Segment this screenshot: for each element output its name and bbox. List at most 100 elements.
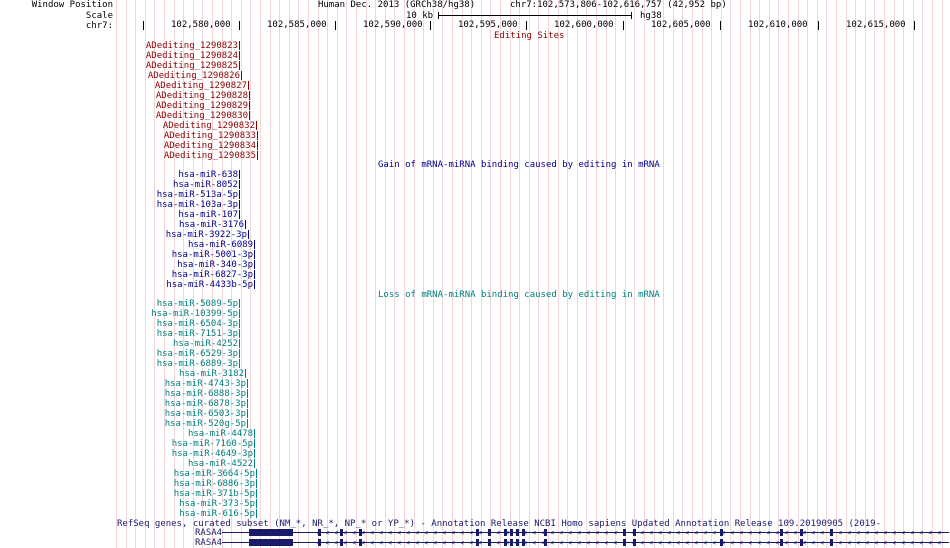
feature-item[interactable]: hsa-miR-6878-3p bbox=[48, 399, 248, 409]
strand-arrow: < bbox=[334, 529, 339, 537]
feature-item[interactable]: hsa-miR-103a-3p bbox=[40, 200, 240, 210]
feature-item[interactable]: hsa-miR-3664-5p bbox=[57, 469, 257, 479]
feature-item[interactable]: ADediting_1290827 bbox=[49, 81, 249, 91]
grid-line bbox=[337, 0, 338, 548]
strand-arrow: < bbox=[433, 529, 438, 537]
feature-item[interactable]: hsa-miR-7160-5p bbox=[55, 439, 255, 449]
grid-line bbox=[778, 0, 779, 548]
feature-item[interactable]: hsa-miR-3176 bbox=[46, 220, 246, 230]
strand-arrow: < bbox=[586, 539, 591, 547]
feature-item[interactable]: hsa-miR-520g-5p bbox=[48, 419, 248, 429]
feature-item[interactable]: ADediting_1290826 bbox=[42, 71, 242, 81]
grid-line bbox=[884, 0, 885, 548]
gene-exon bbox=[623, 529, 626, 536]
strand-arrow: < bbox=[685, 529, 690, 537]
feature-item[interactable]: ADediting_1290823 bbox=[40, 41, 240, 51]
strand-arrow: < bbox=[784, 539, 789, 547]
feature-item[interactable]: hsa-miR-513a-5p bbox=[40, 190, 240, 200]
feature-item[interactable]: hsa-miR-6089 bbox=[55, 240, 255, 250]
grid-line bbox=[740, 0, 741, 548]
feature-item[interactable]: hsa-miR-4649-3p bbox=[55, 449, 255, 459]
feature-label: ADediting_1290832 bbox=[162, 121, 255, 131]
feature-label: ADediting_1290825 bbox=[145, 61, 238, 71]
gene-exon bbox=[830, 539, 833, 546]
feature-item[interactable]: hsa-miR-6503-3p bbox=[48, 409, 248, 419]
strand-arrow: < bbox=[658, 539, 663, 547]
strand-arrow: < bbox=[613, 539, 618, 547]
feature-item[interactable]: ADediting_1290825 bbox=[40, 61, 240, 71]
feature-label: hsa-miR-3182 bbox=[178, 369, 244, 379]
feature-mark bbox=[245, 369, 246, 378]
feature-item[interactable]: hsa-miR-4252 bbox=[40, 339, 240, 349]
feature-item[interactable]: hsa-miR-6529-3p bbox=[40, 349, 240, 359]
feature-item[interactable]: hsa-miR-7151-3p bbox=[40, 329, 240, 339]
grid-line bbox=[548, 0, 549, 548]
feature-mark bbox=[239, 329, 240, 338]
ruler-position-label: 102,585,000 bbox=[267, 20, 327, 30]
feature-label: hsa-miR-4252 bbox=[172, 339, 238, 349]
feature-mark bbox=[254, 250, 255, 259]
strand-arrow: < bbox=[559, 529, 564, 537]
strand-arrow: < bbox=[352, 529, 357, 537]
strand-arrow: < bbox=[730, 539, 735, 547]
grid-line bbox=[807, 0, 808, 548]
feature-mark bbox=[254, 240, 255, 249]
grid-line bbox=[826, 0, 827, 548]
strand-arrow: < bbox=[532, 539, 537, 547]
feature-item[interactable]: hsa-miR-340-3p bbox=[55, 260, 255, 270]
feature-item[interactable]: hsa-miR-3182 bbox=[46, 369, 246, 379]
feature-item[interactable]: hsa-miR-6886-3p bbox=[57, 479, 257, 489]
feature-item[interactable]: hsa-miR-4478 bbox=[55, 429, 255, 439]
feature-item[interactable]: hsa-miR-8052 bbox=[40, 180, 240, 190]
strand-arrow: < bbox=[325, 529, 330, 537]
feature-item[interactable]: hsa-miR-6827-3p bbox=[55, 270, 255, 280]
strand-arrow: < bbox=[577, 529, 582, 537]
feature-item[interactable]: ADediting_1290828 bbox=[50, 91, 250, 101]
feature-item[interactable]: ADediting_1290829 bbox=[50, 101, 250, 111]
feature-item[interactable]: hsa-miR-4743-3p bbox=[48, 379, 248, 389]
feature-item[interactable]: hsa-miR-107 bbox=[40, 210, 240, 220]
strand-arrow: < bbox=[532, 529, 537, 537]
feature-item[interactable]: hsa-miR-6889-3p bbox=[40, 359, 240, 369]
strand-arrow: < bbox=[442, 539, 447, 547]
feature-item[interactable]: hsa-miR-6888-3p bbox=[48, 389, 248, 399]
editing-sites-title[interactable]: Editing Sites bbox=[494, 31, 564, 41]
grid-line bbox=[279, 0, 280, 548]
feature-item[interactable]: hsa-miR-373-5p bbox=[57, 499, 257, 509]
gene-model[interactable]: < < < < < < < < < < < < < < < < < < < < < < < < < < < < < < < < < < < < < < < <… bbox=[116, 538, 950, 547]
feature-item[interactable]: hsa-miR-4522 bbox=[55, 459, 255, 469]
feature-item[interactable]: ADediting_1290830 bbox=[50, 111, 250, 121]
feature-item[interactable]: ADediting_1290824 bbox=[40, 51, 240, 61]
loss-track-title[interactable]: Loss of mRNA-miRNA binding caused by edi… bbox=[378, 290, 660, 300]
gene-model[interactable]: < < < < < < < < < < < < < < < < < < < < < < < < < < < < < < < < < < < < < < < <… bbox=[116, 528, 950, 537]
strand-arrow: < bbox=[874, 539, 879, 547]
grid-line bbox=[375, 0, 376, 548]
strand-arrow: < bbox=[766, 529, 771, 537]
feature-item[interactable]: ADediting_1290832 bbox=[57, 121, 257, 131]
feature-item[interactable]: hsa-miR-3922-3p bbox=[49, 230, 249, 240]
strand-arrow: < bbox=[667, 529, 672, 537]
feature-item[interactable]: ADediting_1290834 bbox=[58, 141, 258, 151]
strand-arrow: < bbox=[901, 529, 906, 537]
feature-item[interactable]: hsa-miR-6504-3p bbox=[40, 319, 240, 329]
grid-line bbox=[538, 0, 539, 548]
feature-mark bbox=[257, 151, 258, 160]
strand-arrow: < bbox=[469, 529, 474, 537]
feature-item[interactable]: ADediting_1290835 bbox=[58, 151, 258, 161]
feature-item[interactable]: hsa-miR-638 bbox=[40, 170, 240, 180]
gain-track-title[interactable]: Gain of mRNA-miRNA binding caused by edi… bbox=[378, 160, 660, 170]
feature-label: hsa-miR-6503-3p bbox=[164, 409, 246, 419]
strand-arrow: < bbox=[883, 529, 888, 537]
feature-item[interactable]: ADediting_1290833 bbox=[58, 131, 258, 141]
feature-item[interactable]: hsa-miR-5089-5p bbox=[40, 299, 240, 309]
grid-line bbox=[462, 0, 463, 548]
feature-item[interactable]: hsa-miR-371b-5p bbox=[57, 489, 257, 499]
feature-item[interactable]: hsa-miR-4433b-5p bbox=[55, 280, 255, 290]
strand-arrow: < bbox=[451, 539, 456, 547]
feature-item[interactable]: hsa-miR-10399-5p bbox=[40, 309, 240, 319]
grid-line bbox=[394, 0, 395, 548]
feature-mark bbox=[245, 220, 246, 229]
grid-line bbox=[471, 0, 472, 548]
feature-item[interactable]: hsa-miR-616-5p bbox=[57, 509, 257, 519]
feature-item[interactable]: hsa-miR-5001-3p bbox=[55, 250, 255, 260]
